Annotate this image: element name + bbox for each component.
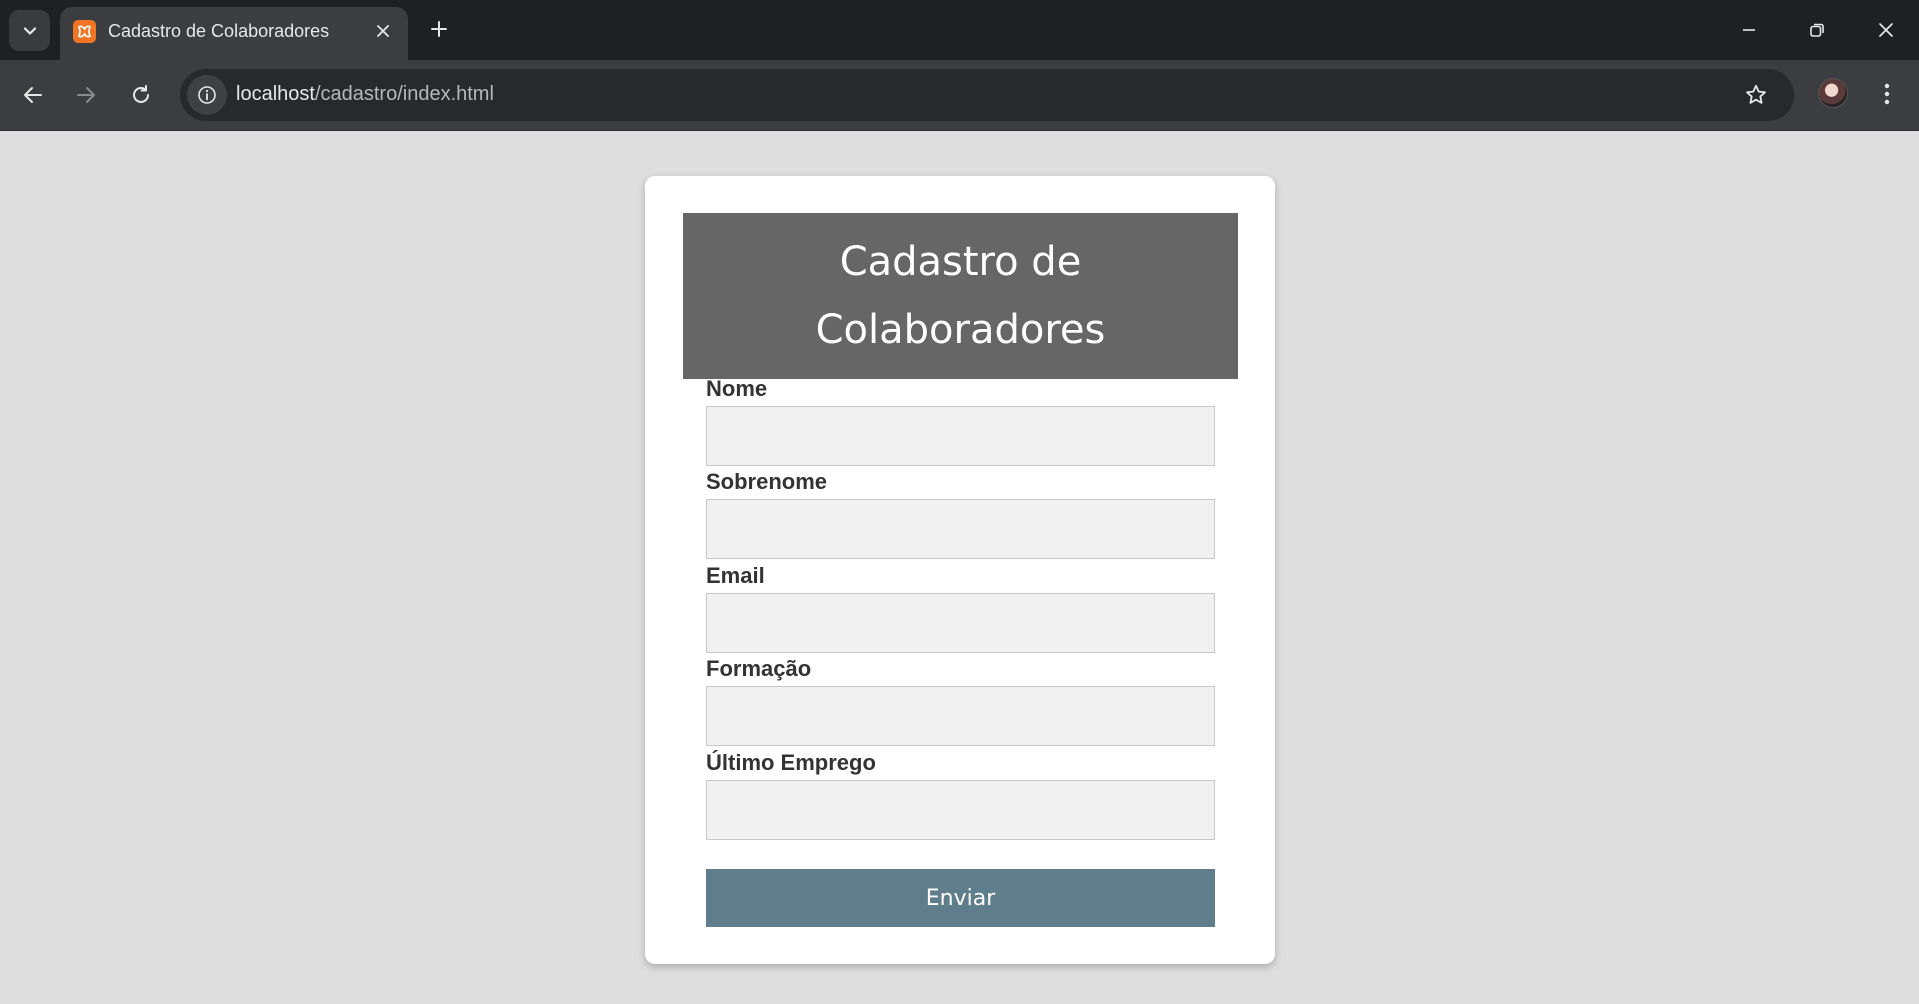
field-nome: Nome <box>706 376 1215 466</box>
nome-input[interactable] <box>706 406 1215 466</box>
minimize-button[interactable] <box>1729 12 1769 48</box>
form-card: Cadastro de Colaboradores Nome Sobrenome… <box>645 176 1275 964</box>
field-label: Sobrenome <box>706 469 828 494</box>
forward-button[interactable] <box>66 75 106 115</box>
info-icon <box>198 86 216 104</box>
bookmark-button[interactable] <box>1742 81 1770 109</box>
field-sobrenome: Sobrenome <box>706 469 1215 559</box>
form-title: Cadastro de Colaboradores <box>815 239 1106 353</box>
ultimo-emprego-input[interactable] <box>706 780 1215 840</box>
close-icon <box>377 25 389 37</box>
back-button[interactable] <box>13 75 53 115</box>
reload-icon <box>133 85 149 103</box>
browser-toolbar: localhost/cadastro/index.html <box>0 60 1919 131</box>
url-text: localhost/cadastro/index.html <box>236 83 494 106</box>
browser-menu-button[interactable] <box>1870 76 1904 112</box>
formacao-input[interactable] <box>706 686 1215 746</box>
star-icon <box>1746 84 1766 104</box>
field-ultimo-emprego: Último Emprego <box>706 750 1215 840</box>
field-email: Email <box>706 563 1215 653</box>
more-vertical-icon <box>1884 83 1890 105</box>
page-viewport: Cadastro de Colaboradores Nome Sobrenome… <box>0 132 1919 1004</box>
submit-button[interactable]: Enviar <box>706 869 1215 927</box>
address-bar[interactable]: localhost/cadastro/index.html <box>180 69 1794 121</box>
arrow-right-icon <box>77 87 95 103</box>
url-path: /cadastro/index.html <box>314 83 494 105</box>
close-icon <box>1879 23 1893 37</box>
tab-strip: Cadastro de Colaboradores <box>0 0 1919 60</box>
chevron-down-icon <box>23 26 36 35</box>
arrow-left-icon <box>24 87 42 103</box>
xampp-favicon-icon <box>73 20 96 43</box>
tab-close-button[interactable] <box>371 19 395 43</box>
reload-button[interactable] <box>121 75 161 115</box>
field-label: Email <box>706 563 765 588</box>
profile-avatar[interactable] <box>1818 78 1848 108</box>
email-input[interactable] <box>706 593 1215 653</box>
url-host: localhost <box>236 83 315 105</box>
minimize-icon <box>1743 29 1755 31</box>
form-header: Cadastro de Colaboradores <box>683 213 1238 379</box>
sobrenome-input[interactable] <box>706 499 1215 559</box>
field-label: Último Emprego <box>706 750 876 775</box>
restore-icon <box>1810 23 1824 37</box>
new-tab-button[interactable] <box>424 14 454 44</box>
plus-icon <box>431 21 447 37</box>
tab-active[interactable]: Cadastro de Colaboradores <box>60 7 408 60</box>
tab-search-button[interactable] <box>9 10 50 51</box>
field-label: Nome <box>706 376 768 401</box>
close-window-button[interactable] <box>1866 12 1906 48</box>
tab-title: Cadastro de Colaboradores <box>108 21 330 41</box>
site-info-button[interactable] <box>187 75 227 115</box>
field-formacao: Formação <box>706 656 1215 746</box>
field-label: Formação <box>706 656 812 681</box>
restore-button[interactable] <box>1797 12 1837 48</box>
